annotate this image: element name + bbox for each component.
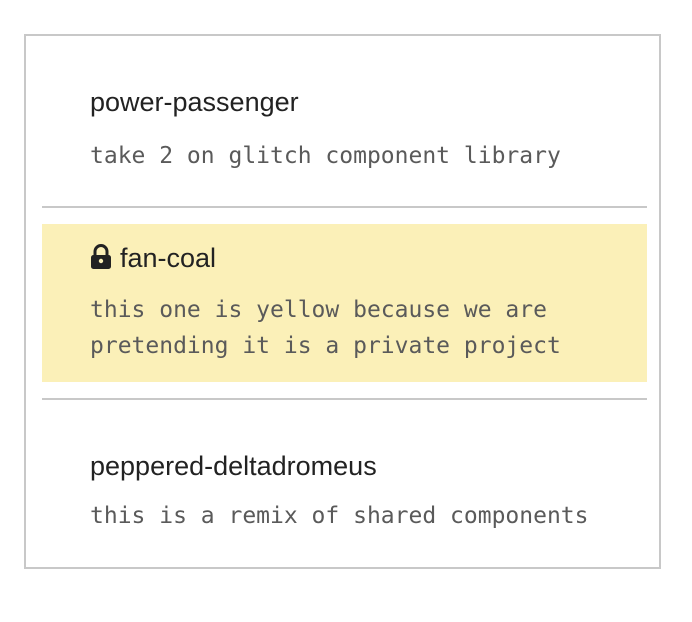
- project-description: this is a remix of shared components: [90, 503, 589, 529]
- project-name[interactable]: power-passenger: [90, 86, 299, 118]
- project-item-fan-coal[interactable]: fan-coal this one is yellow because we a…: [42, 224, 647, 382]
- project-description: take 2 on glitch component library: [90, 143, 561, 169]
- project-name-text[interactable]: fan-coal: [120, 242, 216, 274]
- project-name[interactable]: peppered-deltadromeus: [90, 450, 377, 482]
- project-item-power-passenger[interactable]: power-passenger take 2 on glitch compone…: [42, 36, 647, 208]
- project-name[interactable]: fan-coal: [90, 242, 216, 274]
- project-name-text[interactable]: power-passenger: [90, 86, 299, 118]
- project-item-peppered-deltadromeus[interactable]: peppered-deltadromeus this is a remix of…: [42, 400, 647, 560]
- lock-icon: [90, 244, 112, 270]
- project-list: power-passenger take 2 on glitch compone…: [24, 34, 661, 569]
- project-name-text[interactable]: peppered-deltadromeus: [90, 450, 377, 482]
- project-description: this one is yellow because we are preten…: [90, 297, 561, 359]
- divider: [42, 206, 647, 208]
